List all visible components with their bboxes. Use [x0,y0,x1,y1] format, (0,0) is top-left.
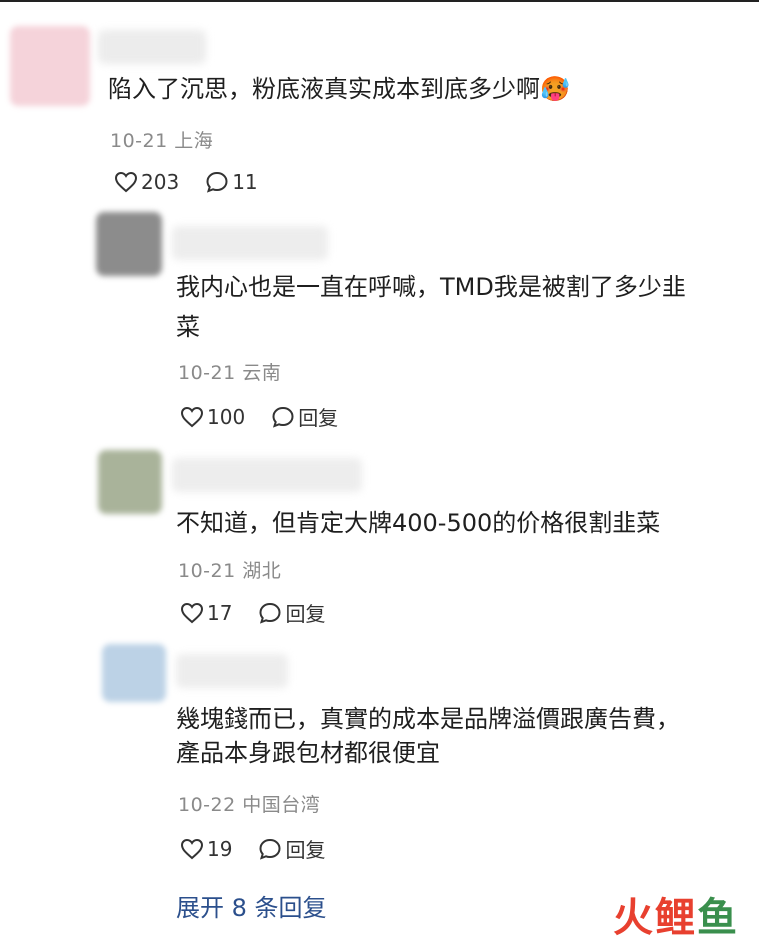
comment-actions: 203 11 [114,170,258,194]
reply-actions: 100 回复 [180,402,338,431]
reply-count: 11 [232,170,258,194]
comment-meta: 10-21 上海 [110,130,214,152]
avatar[interactable] [102,644,166,702]
reply-meta: 10-21 湖北 [178,560,282,582]
reply-actions: 19 回复 [180,834,325,863]
like-button[interactable]: 100 [180,405,245,429]
reply-text: 不知道，但肯定大牌400-500的价格很割韭菜 [176,509,661,537]
expand-replies-link[interactable]: 展开 8 条回复 [176,888,327,923]
reply-text-line1: 幾塊錢而已，真實的成本是品牌溢價跟廣告費， [176,705,680,733]
avatar[interactable] [10,26,90,106]
heart-icon [180,838,204,859]
heart-icon [114,171,138,193]
reply-button[interactable]: 回复 [271,402,338,431]
reply-label: 回复 [285,602,326,626]
crying-face-emoji: 🥵 [540,75,570,103]
reply-label: 回复 [285,838,326,862]
watermark-fire: 火 [613,895,653,941]
like-button[interactable]: 19 [180,837,232,861]
like-button[interactable]: 17 [180,601,232,625]
reply-meta: 10-22 中国台湾 [178,794,321,816]
reply-button[interactable]: 回复 [258,834,325,863]
reply-text-line2: 菜 [176,313,200,341]
username-blurred[interactable] [176,654,288,688]
watermark-text: 鲤 [655,895,697,941]
like-count: 19 [207,836,233,861]
comment-bubble-icon [272,406,294,428]
top-divider [0,0,759,2]
like-count: 17 [207,600,233,625]
watermark-logo: 火 鲤 鱼 [613,891,737,941]
watermark-fish: 鱼 [697,895,737,941]
reply-meta: 10-21 云南 [178,362,282,384]
username-blurred[interactable] [172,226,328,260]
avatar[interactable] [96,212,162,276]
username-blurred[interactable] [98,30,206,64]
comment-text: 陷入了沉思，粉底液真实成本到底多少啊🥵 [108,75,570,103]
comment-bubble-icon [206,171,228,193]
reply-text-line1: 我内心也是一直在呼喊，TMD我是被割了多少韭 [176,273,686,301]
reply-label: 回复 [298,406,339,430]
username-blurred[interactable] [172,458,362,492]
reply-actions: 17 回复 [180,598,325,627]
reply-button[interactable]: 回复 [258,598,325,627]
like-button[interactable]: 203 [114,170,179,194]
reply-button[interactable]: 11 [205,170,258,194]
like-count: 100 [207,404,246,429]
like-count: 203 [141,170,180,194]
comment-bubble-icon [259,602,281,624]
heart-icon [180,406,204,427]
reply-text-line2: 產品本身跟包材都很便宜 [176,739,440,767]
avatar[interactable] [98,450,162,514]
comment-bubble-icon [259,838,281,860]
heart-icon [180,602,204,623]
